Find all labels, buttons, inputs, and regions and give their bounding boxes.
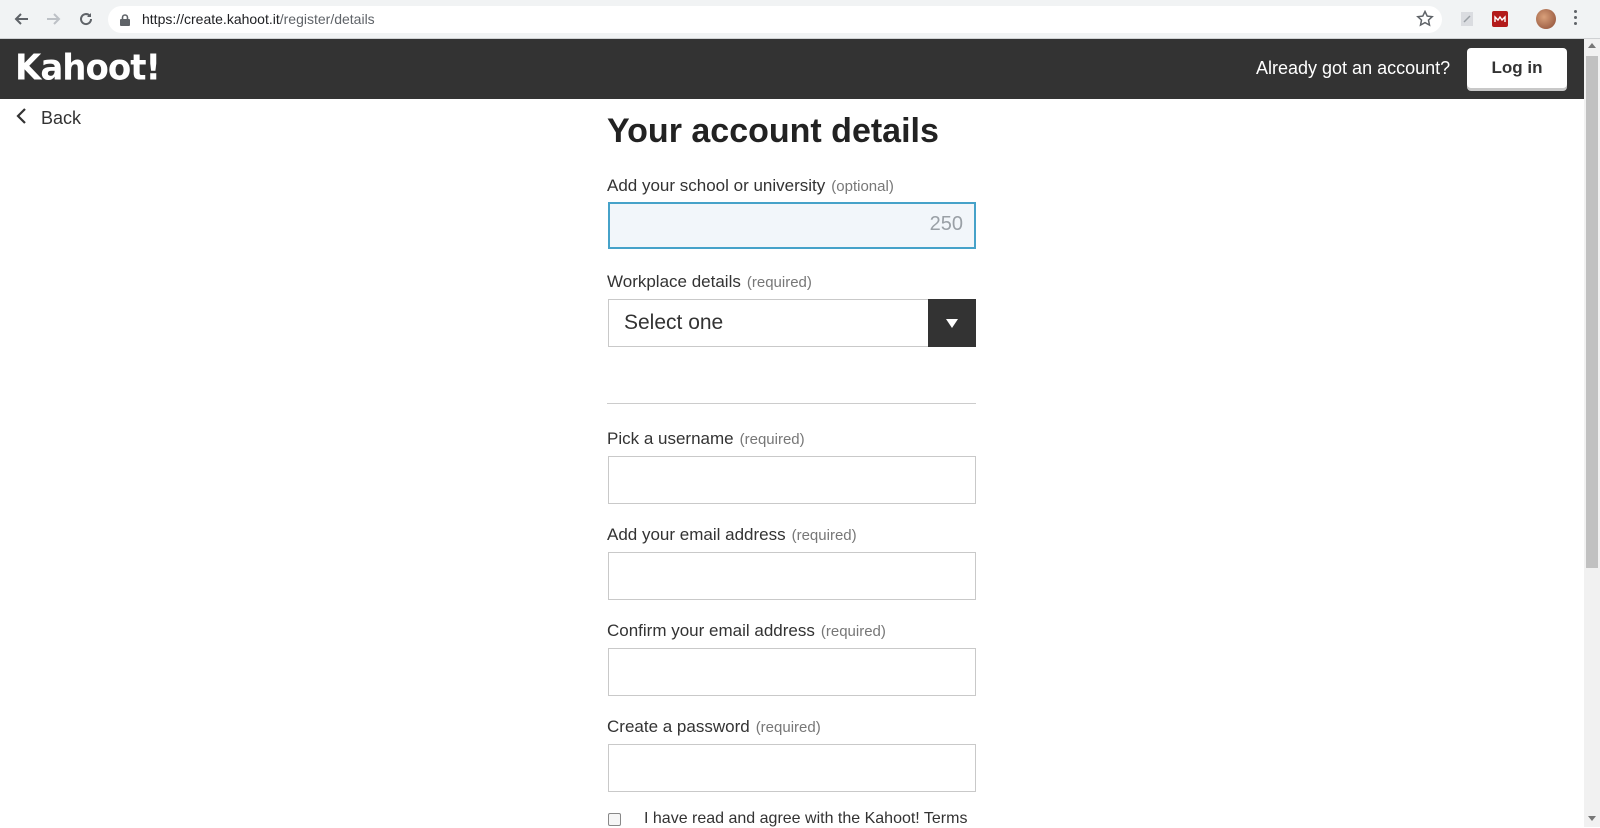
username-label: Pick a username (required) — [607, 429, 805, 448]
browser-back-icon[interactable] — [10, 8, 32, 30]
workplace-select[interactable]: Select one — [608, 299, 976, 347]
back-button[interactable]: Back — [15, 107, 81, 130]
section-divider — [607, 403, 976, 404]
scrollbar-thumb[interactable] — [1586, 56, 1598, 568]
site-header: Kahoot! Already got an account? Log in — [0, 39, 1584, 99]
password-label: Create a password (required) — [607, 717, 821, 736]
character-counter: 250 — [929, 213, 963, 235]
back-label: Back — [41, 108, 82, 128]
required-hint: (required) — [791, 527, 857, 544]
browser-toolbar: https://create.kahoot.it/register/detail… — [0, 0, 1600, 39]
lock-icon — [120, 13, 130, 31]
username-input[interactable] — [608, 456, 976, 504]
browser-reload-icon[interactable] — [75, 8, 97, 30]
scroll-down-icon[interactable] — [1588, 816, 1596, 821]
chevron-left-icon — [15, 107, 27, 130]
extension-icon[interactable] — [1492, 11, 1508, 27]
scroll-up-icon[interactable] — [1588, 43, 1596, 48]
email-input[interactable] — [608, 552, 976, 600]
profile-avatar[interactable] — [1536, 9, 1556, 29]
password-input[interactable] — [608, 744, 976, 792]
dropdown-arrow-icon[interactable] — [928, 299, 976, 347]
select-value: Select one — [624, 311, 724, 334]
terms-checkbox[interactable] — [608, 813, 621, 826]
pdf-extension-icon[interactable] — [1459, 11, 1475, 27]
browser-menu-icon[interactable] — [1574, 10, 1578, 28]
address-bar[interactable]: https://create.kahoot.it/register/detail… — [108, 6, 1442, 33]
kahoot-logo[interactable]: Kahoot! — [15, 47, 161, 89]
required-hint: (required) — [746, 274, 812, 291]
email-label: Add your email address (required) — [607, 525, 857, 544]
required-hint: (required) — [820, 623, 886, 640]
login-button[interactable]: Log in — [1467, 48, 1567, 88]
confirm-email-input[interactable] — [608, 648, 976, 696]
terms-label: I have read and agree with the Kahoot! T… — [644, 810, 968, 827]
confirm-email-label: Confirm your email address (required) — [607, 621, 886, 640]
optional-hint: (optional) — [831, 178, 894, 195]
page-title: Your account details — [607, 112, 939, 150]
workplace-label: Workplace details (required) — [607, 272, 812, 291]
bookmark-star-icon[interactable] — [1416, 9, 1434, 33]
school-label: Add your school or university (optional) — [607, 176, 894, 195]
required-hint: (required) — [755, 719, 821, 736]
url-text: https://create.kahoot.it/register/detail… — [142, 11, 375, 27]
already-account-text: Already got an account? — [1256, 58, 1451, 78]
school-input[interactable]: 250 — [608, 202, 976, 249]
required-hint: (required) — [739, 431, 805, 448]
browser-forward-icon[interactable] — [43, 8, 65, 30]
